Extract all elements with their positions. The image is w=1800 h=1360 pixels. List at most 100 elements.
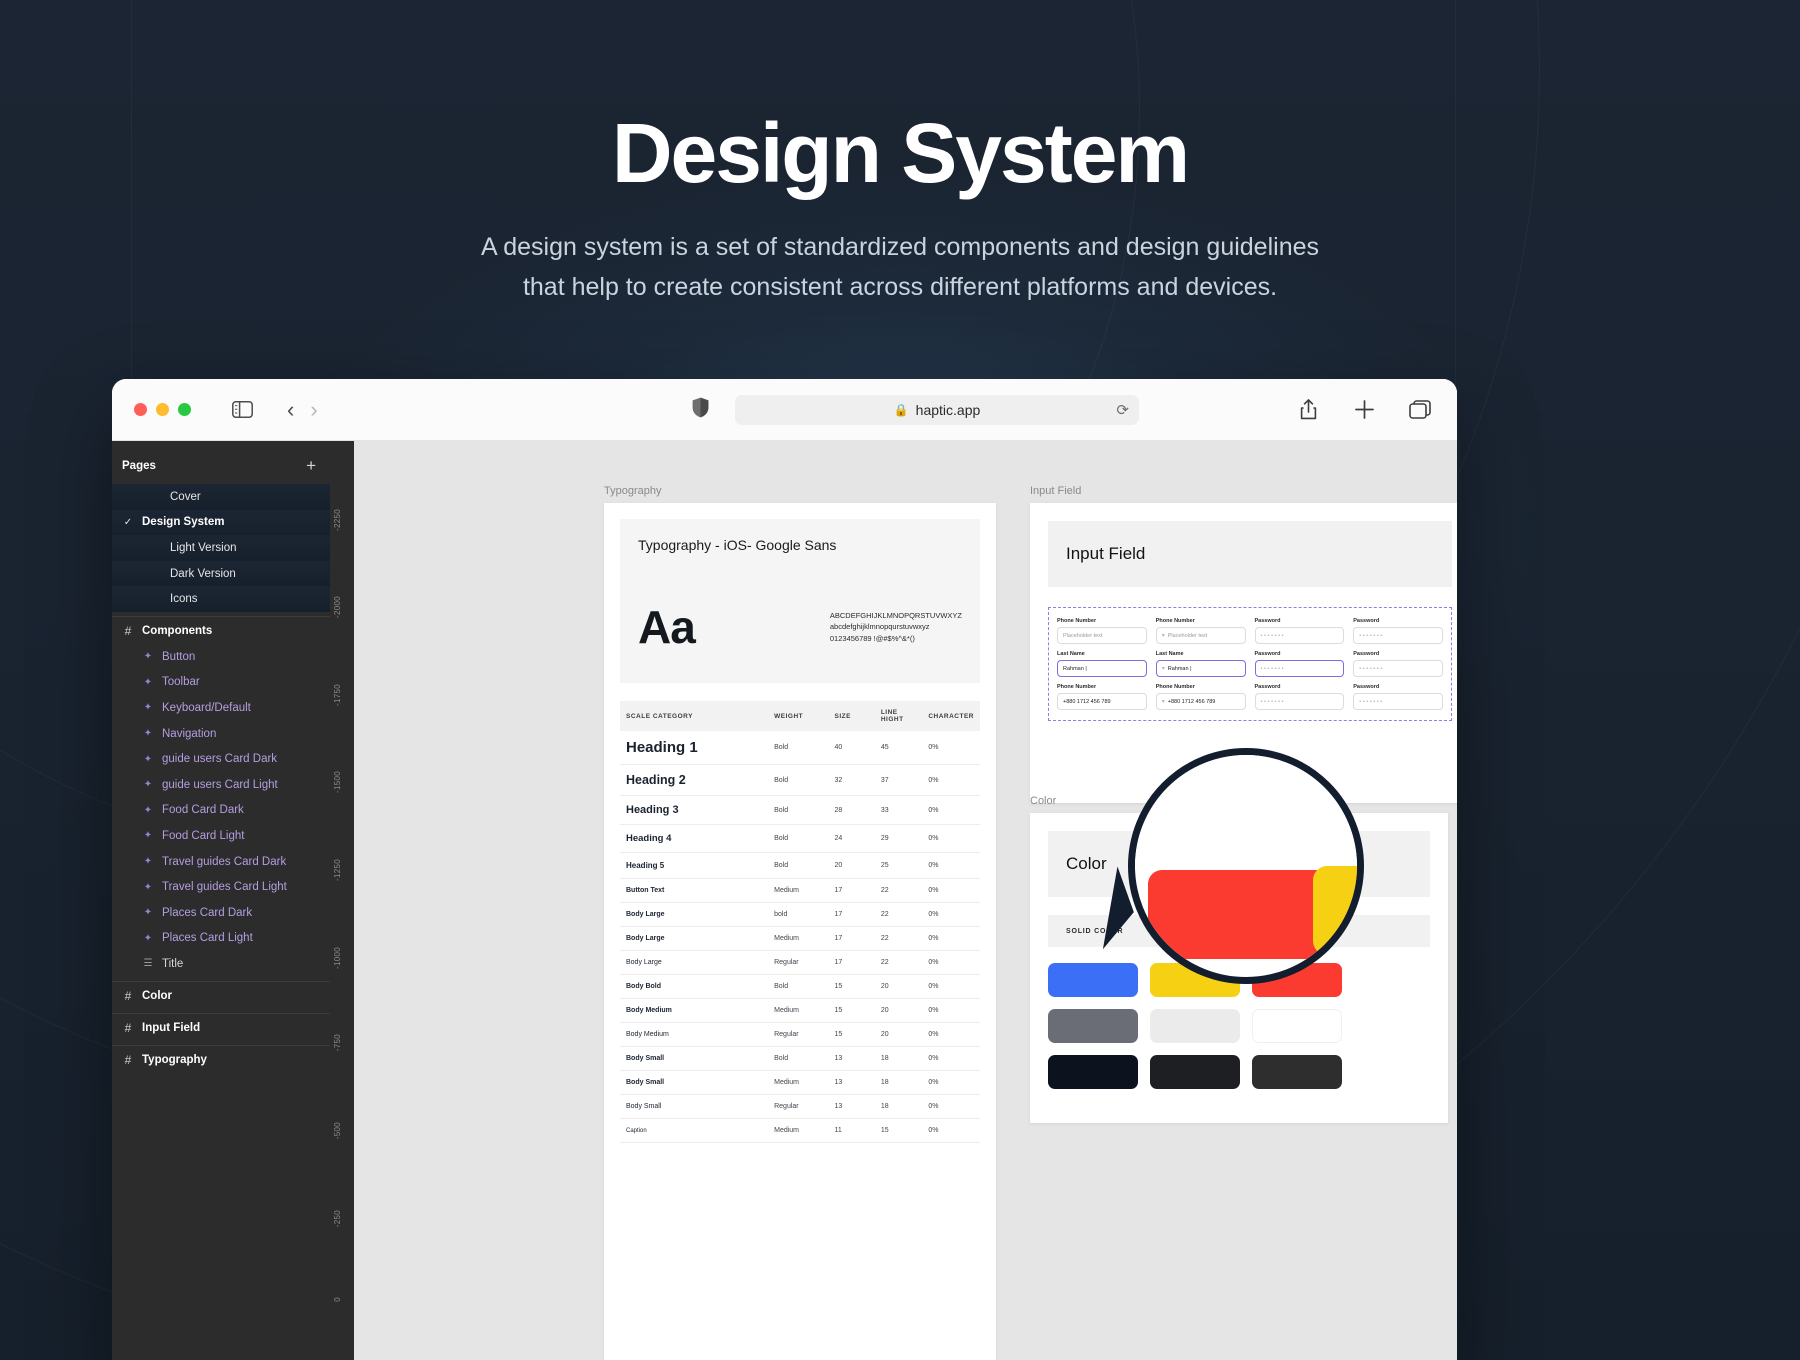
- zoom-window-icon[interactable]: [178, 403, 191, 416]
- color-swatch[interactable]: [1252, 963, 1342, 997]
- sidebar-icon[interactable]: [227, 395, 257, 425]
- phone-number-input[interactable]: Placeholder text: [1057, 627, 1147, 644]
- last-name-input[interactable]: Rahman |: [1057, 660, 1147, 677]
- charset-lowercase: abcdefghijklmnopqurstuvwxyz: [829, 622, 930, 632]
- type-charset: ABCDEFGHIJKLMNOPQRSTUVWXYZ abcdefghijklm…: [830, 610, 962, 645]
- cell-line-height: 22: [874, 878, 923, 903]
- shield-icon[interactable]: [692, 397, 709, 423]
- sidebar-item-travel-guides-card-light[interactable]: ✦ Travel guides Card Light: [112, 874, 330, 900]
- window-traffic-lights[interactable]: [134, 403, 191, 416]
- input-field-group: Last Name Rahman |: [1057, 651, 1147, 677]
- phone-number-dropdown[interactable]: ▾ +880 1712 456 789: [1155, 693, 1246, 710]
- input-value: •••••••: [1359, 632, 1384, 639]
- component-icon: ✦: [143, 804, 153, 816]
- cell-category: Heading 5: [620, 852, 769, 879]
- table-row: Heading 4 Bold 24 29 0%: [620, 824, 980, 853]
- color-swatch[interactable]: [1150, 1009, 1240, 1043]
- input-value: Placeholder text: [1063, 632, 1103, 639]
- phone-number-dropdown[interactable]: ▾ Placeholder text: [1155, 627, 1246, 644]
- typography-frame[interactable]: Typography - iOS- Google Sans Aa ABCDEFG…: [604, 503, 996, 1360]
- input-field-group: Phone Number +880 1712 456 789: [1057, 684, 1147, 710]
- sidebar-item-keyboard-default[interactable]: ✦ Keyboard/Default: [112, 695, 330, 721]
- last-name-dropdown[interactable]: ▾ Rahman |: [1155, 660, 1246, 677]
- reload-icon[interactable]: ⟳: [1116, 401, 1129, 419]
- input-field-frame[interactable]: Input Field Phone Number Placeholder tex…: [1030, 503, 1457, 803]
- color-swatch[interactable]: [1150, 1055, 1240, 1089]
- share-icon[interactable]: [1293, 395, 1323, 425]
- sidebar-item-guide-users-card-dark[interactable]: ✦ guide users Card Dark: [112, 746, 330, 772]
- phone-number-input[interactable]: +880 1712 456 789: [1057, 693, 1147, 710]
- color-swatch[interactable]: [1048, 1009, 1138, 1043]
- charset-uppercase: ABCDEFGHIJKLMNOPQRSTUVWXYZ: [829, 610, 962, 620]
- sidebar-section-color[interactable]: # Color: [112, 980, 330, 1009]
- table-header-row: SCALE CATEGORY WEIGHT SIZE LINE HIGHT CH…: [620, 701, 980, 731]
- sidebar-section-typography[interactable]: # Typography: [112, 1044, 330, 1073]
- cell-character: 0%: [922, 795, 980, 825]
- sidebar-item-food-card-dark[interactable]: ✦ Food Card Dark: [112, 798, 330, 824]
- input-field-group: Phone Number Placeholder text: [1057, 618, 1147, 644]
- sidebar-item-title[interactable]: ☰ Title: [112, 951, 330, 977]
- sidebar-item-places-card-dark[interactable]: ✦ Places Card Dark: [112, 900, 330, 926]
- cell-category: Body Large: [620, 950, 769, 975]
- color-swatch[interactable]: [1150, 963, 1240, 997]
- color-swatch[interactable]: [1252, 1055, 1342, 1089]
- sidebar-item-food-card-light[interactable]: ✦ Food Card Light: [112, 823, 330, 849]
- navigation-arrows[interactable]: ‹ ›: [287, 398, 318, 421]
- close-window-icon[interactable]: [134, 403, 147, 416]
- sidebar-item-label: Design System: [142, 516, 225, 529]
- sidebar-section-label: Input Field: [142, 1022, 201, 1035]
- sidebar-item-guide-users-card-light[interactable]: ✦ guide users Card Light: [112, 772, 330, 798]
- password-input[interactable]: •••••••: [1254, 693, 1345, 710]
- url-text: haptic.app: [915, 401, 981, 418]
- color-swatch[interactable]: [1252, 1009, 1342, 1043]
- cell-size: 17: [828, 878, 875, 903]
- cell-weight: Medium: [768, 1118, 829, 1143]
- cell-character: 0%: [922, 902, 980, 927]
- password-input[interactable]: •••••••: [1353, 627, 1443, 644]
- cell-size: 15: [828, 998, 875, 1023]
- column-header-size: SIZE: [828, 701, 875, 731]
- cell-line-height: 18: [874, 1070, 923, 1095]
- table-row: Body Large Regular 17 22 0%: [620, 950, 980, 975]
- table-header: SCALE CATEGORY WEIGHT SIZE LINE HIGHT CH…: [620, 701, 980, 731]
- cell-size: 11: [828, 1118, 875, 1143]
- frame-label-typography[interactable]: Typography: [604, 485, 661, 497]
- chevron-down-icon: ▾: [1161, 633, 1165, 639]
- sidebar-item-toolbar[interactable]: ✦ Toolbar: [112, 670, 330, 696]
- cell-character: 0%: [922, 824, 980, 853]
- sidebar-item-travel-guides-card-dark[interactable]: ✦ Travel guides Card Dark: [112, 849, 330, 875]
- sidebar-item-button[interactable]: ✦ Button: [112, 644, 330, 670]
- sidebar-item-navigation[interactable]: ✦ Navigation: [112, 721, 330, 747]
- cell-line-height: 20: [874, 974, 923, 999]
- plus-icon[interactable]: [1349, 395, 1379, 425]
- cell-character: 0%: [922, 926, 980, 951]
- input-field-group: Phone Number ▾ +880 1712 456 789: [1155, 684, 1246, 710]
- chevron-left-icon[interactable]: ‹: [287, 398, 294, 421]
- pages-header-label: Pages: [122, 459, 156, 472]
- color-frame[interactable]: Color SOLID COLOR: [1030, 813, 1448, 1123]
- frame-label-color[interactable]: Color: [1030, 795, 1056, 807]
- figma-canvas[interactable]: -2250 -2000 -1750 -1500 -1250 -1000 -750…: [330, 441, 1457, 1360]
- sidebar-item-places-card-light[interactable]: ✦ Places Card Light: [112, 926, 330, 952]
- sidebar-section-input-field[interactable]: # Input Field: [112, 1012, 330, 1041]
- password-input[interactable]: •••••••: [1353, 660, 1443, 677]
- add-page-button[interactable]: +: [306, 457, 316, 474]
- tabs-icon[interactable]: [1405, 395, 1435, 425]
- cell-weight: Bold: [768, 764, 829, 796]
- password-input[interactable]: •••••••: [1254, 660, 1345, 677]
- text-layer-icon: ☰: [143, 958, 153, 970]
- address-bar[interactable]: 🔒 haptic.app ⟳: [735, 394, 1139, 425]
- color-swatch[interactable]: [1048, 963, 1138, 997]
- password-input[interactable]: •••••••: [1254, 627, 1345, 644]
- color-swatch[interactable]: [1048, 1055, 1138, 1089]
- frame-label-input-field[interactable]: Input Field: [1030, 485, 1081, 497]
- chevron-right-icon[interactable]: ›: [310, 398, 317, 421]
- password-input[interactable]: •••••••: [1353, 693, 1443, 710]
- cell-character: 0%: [922, 852, 980, 879]
- minimize-window-icon[interactable]: [156, 403, 169, 416]
- app-body: Pages + Cover ✓ Design System Light Vers…: [112, 441, 1457, 1360]
- sidebar-section-components[interactable]: # Components: [112, 615, 330, 644]
- vertical-ruler[interactable]: -2250 -2000 -1750 -1500 -1250 -1000 -750…: [330, 441, 354, 1360]
- column-header-scale-category: SCALE CATEGORY: [620, 701, 769, 731]
- sidebar-item-label: Dark Version: [170, 567, 236, 580]
